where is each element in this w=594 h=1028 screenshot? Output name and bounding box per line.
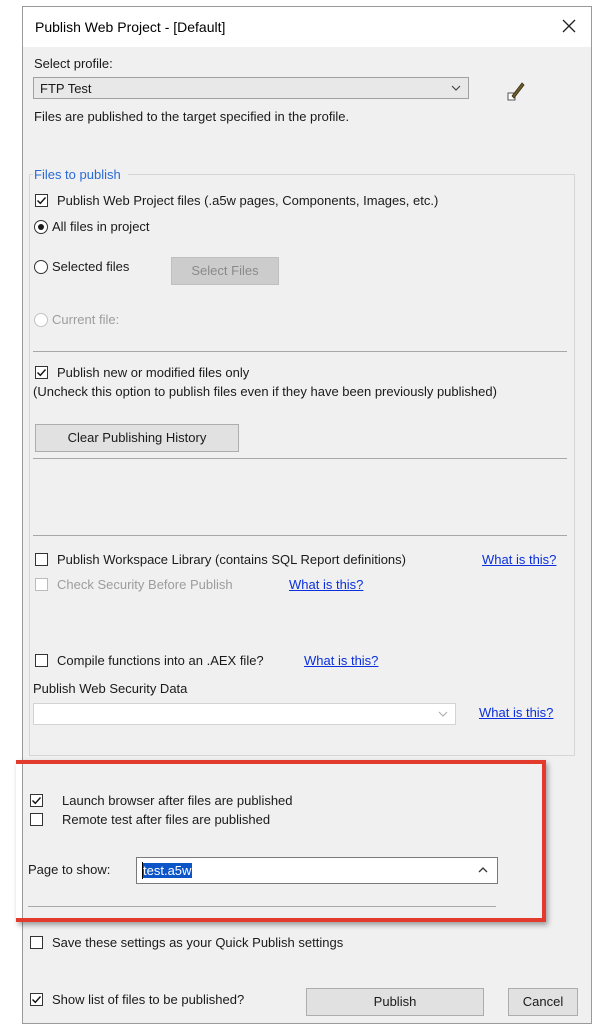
publish-project-files-checkbox[interactable] [35, 194, 48, 207]
edit-profile-icon[interactable] [506, 80, 526, 102]
chevron-down-icon [438, 711, 448, 717]
launch-browser-label: Launch browser after files are published [62, 793, 293, 808]
select-profile-label: Select profile: [34, 56, 113, 71]
publish-project-files-label: Publish Web Project files (.a5w pages, C… [57, 193, 439, 208]
check-security-checkbox[interactable] [35, 578, 48, 591]
clear-publishing-history-button[interactable]: Clear Publishing History [35, 424, 239, 452]
files-group-label: Files to publish [34, 167, 124, 182]
divider [33, 458, 567, 459]
current-file-label: Current file: [52, 312, 120, 327]
quick-publish-label: Save these settings as your Quick Publis… [52, 935, 344, 950]
checkmark-icon [37, 369, 47, 377]
text-cursor [142, 862, 143, 879]
group-frame-top-right [128, 174, 575, 175]
cancel-button[interactable]: Cancel [508, 988, 578, 1016]
security-data-select[interactable] [33, 703, 456, 725]
checkmark-icon [37, 197, 47, 205]
profile-select[interactable]: FTP Test [33, 77, 469, 99]
profile-hint: Files are published to the target specif… [34, 109, 350, 124]
select-files-button[interactable]: Select Files [171, 257, 279, 285]
title-bar: Publish Web Project - [Default] [23, 7, 591, 47]
modified-only-checkbox[interactable] [35, 366, 48, 379]
publish-workspace-library-checkbox[interactable] [35, 553, 48, 566]
what-is-this-link-security[interactable]: What is this? [289, 577, 363, 592]
what-is-this-link-security-data[interactable]: What is this? [479, 705, 553, 720]
divider [33, 351, 567, 352]
compile-aex-checkbox[interactable] [35, 654, 48, 667]
modified-only-label: Publish new or modified files only [57, 365, 250, 380]
publish-button[interactable]: Publish [306, 988, 484, 1016]
modified-only-note: (Uncheck this option to publish files ev… [33, 384, 497, 399]
remote-test-label: Remote test after files are published [62, 812, 271, 827]
current-file-radio[interactable] [34, 313, 48, 327]
launch-browser-checkbox[interactable] [30, 794, 43, 807]
security-data-label: Publish Web Security Data [33, 681, 188, 696]
divider [28, 906, 496, 907]
compile-aex-label: Compile functions into an .AEX file? [57, 653, 264, 668]
page-to-show-label: Page to show: [28, 862, 111, 877]
all-files-radio[interactable] [34, 220, 48, 234]
publish-workspace-library-label: Publish Workspace Library (contains SQL … [57, 552, 406, 567]
selected-files-radio[interactable] [34, 260, 48, 274]
close-icon[interactable] [557, 14, 581, 38]
chevron-down-icon [451, 85, 461, 91]
what-is-this-link-library[interactable]: What is this? [482, 552, 556, 567]
divider [33, 535, 567, 536]
show-list-label: Show list of files to be published? [52, 992, 245, 1007]
quick-publish-checkbox[interactable] [30, 936, 43, 949]
show-list-checkbox[interactable] [30, 993, 43, 1006]
what-is-this-link-aex[interactable]: What is this? [304, 653, 378, 668]
chevron-up-icon[interactable] [477, 864, 489, 876]
highlight-box [16, 760, 546, 922]
page-to-show-value: test.a5w [142, 863, 193, 878]
all-files-label: All files in project [52, 219, 150, 234]
selected-files-label: Selected files [52, 259, 130, 274]
check-security-label: Check Security Before Publish [57, 577, 233, 592]
profile-selected-value: FTP Test [40, 81, 92, 96]
checkmark-icon [32, 797, 42, 805]
radio-dot-icon [38, 224, 44, 230]
group-frame-top-left [29, 174, 33, 175]
checkmark-icon [32, 996, 42, 1004]
page-to-show-input[interactable]: test.a5w [136, 857, 498, 884]
remote-test-checkbox[interactable] [30, 813, 43, 826]
window-title: Publish Web Project - [Default] [35, 19, 226, 35]
